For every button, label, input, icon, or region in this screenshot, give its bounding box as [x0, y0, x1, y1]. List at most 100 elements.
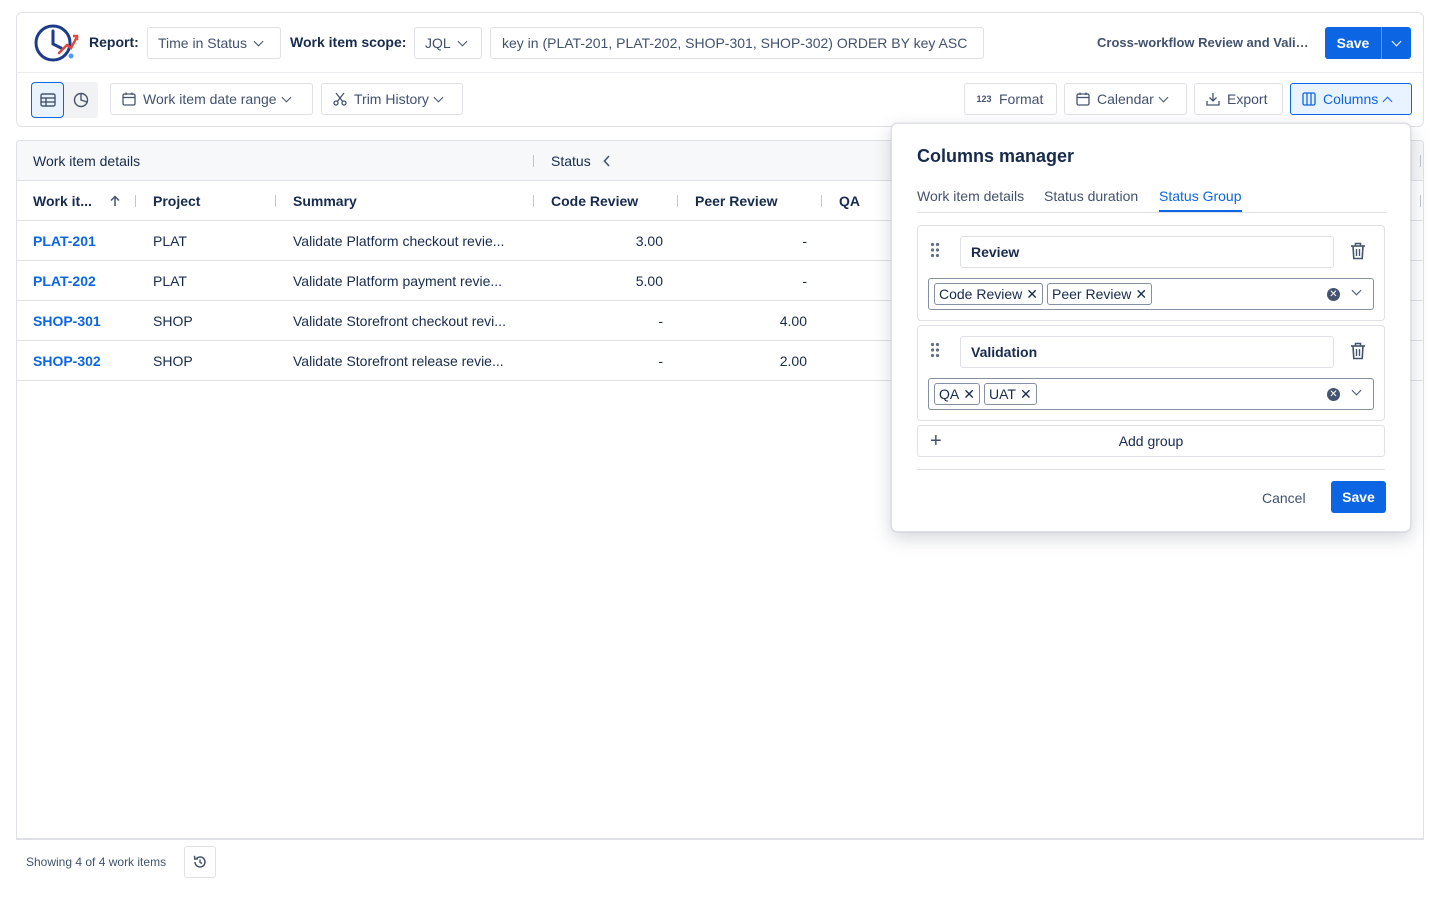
group-header-status-label: Status [551, 153, 591, 169]
column-divider[interactable] [533, 195, 534, 207]
group-name-input[interactable]: Validation [960, 336, 1334, 368]
column-header-peer-review[interactable]: Peer Review [695, 193, 778, 209]
peer-review-cell: 2.00 [779, 353, 807, 369]
tab-status-group[interactable]: Status Group [1159, 188, 1242, 212]
save-options-button[interactable] [1382, 36, 1411, 46]
work-item-key-link[interactable]: PLAT-202 [33, 273, 96, 289]
format-button[interactable]: 123 Format [964, 83, 1057, 115]
columns-icon [1301, 91, 1317, 107]
code-review-cell: - [658, 313, 663, 329]
status-tag-label: Code Review [939, 286, 1023, 302]
clear-icon[interactable]: ✕ [1327, 388, 1340, 401]
column-header-summary[interactable]: Summary [293, 193, 357, 209]
calendar-button[interactable]: Calendar [1064, 83, 1187, 115]
report-header-row: Report: Time in Status Work item scope: … [17, 13, 1423, 73]
columns-save-button[interactable]: Save [1331, 481, 1386, 513]
status-group-card: Review Code Review ✕ Peer Review ✕ ✕ [917, 225, 1385, 321]
export-label: Export [1227, 91, 1268, 107]
report-type-select[interactable]: Time in Status [147, 27, 281, 59]
chevron-up-icon [1382, 96, 1393, 106]
chevron-down-icon [1391, 36, 1402, 46]
column-divider[interactable] [677, 195, 678, 207]
table-icon [39, 93, 56, 107]
drag-handle-icon[interactable] [930, 242, 940, 258]
chevron-down-icon [281, 92, 292, 102]
status-tag: QA ✕ [934, 383, 980, 405]
column-header-work-item[interactable]: Work it... [33, 193, 120, 209]
column-divider[interactable] [821, 195, 822, 207]
trash-icon[interactable] [1350, 342, 1366, 360]
work-item-count: Showing 4 of 4 work items [26, 855, 167, 869]
remove-tag-icon[interactable]: ✕ [1020, 386, 1032, 403]
column-divider [1420, 155, 1421, 167]
column-header-qa[interactable]: QA [839, 193, 860, 209]
scope-select[interactable]: JQL [414, 27, 482, 59]
jql-input[interactable]: key in (PLAT-201, PLAT-202, SHOP-301, SH… [490, 27, 984, 59]
dialog-divider [917, 469, 1385, 470]
status-tag: Code Review ✕ [934, 283, 1043, 305]
refresh-icon [193, 855, 206, 868]
save-button[interactable]: Save [1325, 27, 1411, 59]
project-cell: SHOP [153, 313, 193, 329]
column-divider[interactable] [275, 195, 276, 207]
work-item-key-link[interactable]: PLAT-201 [33, 233, 96, 249]
trim-history-button[interactable]: Trim History [321, 83, 463, 115]
columns-manager-title: Columns manager [917, 146, 1075, 166]
group-name-input[interactable]: Review [960, 236, 1334, 268]
chevron-down-icon[interactable] [1351, 285, 1362, 296]
group-header-work-item-details: Work item details [33, 153, 141, 169]
refresh-button[interactable] [184, 846, 216, 878]
save-button-label: Save [1336, 35, 1370, 51]
date-range-button[interactable]: Work item date range [110, 83, 313, 115]
status-tag: UAT ✕ [983, 383, 1037, 405]
peer-review-cell: - [802, 233, 807, 249]
column-divider [533, 155, 534, 167]
columns-button[interactable]: Columns [1290, 83, 1412, 115]
status-multi-select[interactable]: QA ✕ UAT ✕ ✕ [928, 378, 1374, 410]
code-review-cell: 3.00 [635, 233, 663, 249]
pie-chart-icon [73, 92, 88, 108]
cancel-button[interactable]: Cancel [1262, 490, 1306, 506]
status-tag: Peer Review ✕ [1047, 283, 1153, 305]
tab-status-duration[interactable]: Status duration [1044, 188, 1138, 210]
download-icon [1205, 91, 1221, 107]
remove-tag-icon[interactable]: ✕ [963, 386, 975, 403]
chevron-down-icon [253, 36, 264, 46]
summary-cell: Validate Storefront checkout revi... [293, 313, 506, 329]
columns-manager-dialog: Columns manager Work item details Status… [891, 123, 1411, 532]
sort-ascending-icon[interactable] [110, 195, 120, 207]
export-button[interactable]: Export [1194, 83, 1283, 115]
clear-icon[interactable]: ✕ [1327, 288, 1340, 301]
status-tag-label: UAT [988, 386, 1016, 402]
column-header-code-review[interactable]: Code Review [551, 193, 638, 209]
drag-handle-icon[interactable] [930, 342, 940, 358]
chevron-left-icon[interactable] [603, 155, 611, 167]
report-label: Report: [89, 34, 139, 50]
group-header-status: Status [551, 153, 611, 169]
report-name[interactable]: Cross-workflow Review and Validation [1097, 35, 1312, 50]
work-item-key-link[interactable]: SHOP-302 [33, 353, 101, 369]
add-group-label: Add group [1118, 433, 1184, 449]
chevron-down-icon [433, 92, 444, 102]
status-multi-select[interactable]: Code Review ✕ Peer Review ✕ ✕ [928, 278, 1374, 310]
chart-view-button[interactable] [64, 82, 97, 118]
work-item-key-link[interactable]: SHOP-301 [33, 313, 101, 329]
plus-icon: + [930, 430, 942, 452]
remove-tag-icon[interactable]: ✕ [1135, 286, 1147, 303]
chevron-down-icon [457, 36, 468, 46]
number-format-icon: 123 [976, 94, 992, 104]
calendar-icon [121, 91, 137, 107]
trash-icon[interactable] [1350, 242, 1366, 260]
view-toggle [31, 82, 98, 118]
remove-tag-icon[interactable]: ✕ [1026, 286, 1038, 303]
app-logo-icon [31, 23, 79, 63]
column-divider[interactable] [135, 195, 136, 207]
chevron-down-icon[interactable] [1351, 385, 1362, 396]
column-header-label: Work it... [33, 193, 92, 209]
table-view-button[interactable] [31, 82, 64, 118]
add-group-button[interactable]: + Add group [917, 425, 1385, 457]
column-header-project[interactable]: Project [153, 193, 200, 209]
scope-value: JQL [425, 35, 451, 51]
tab-work-item-details[interactable]: Work item details [917, 188, 1024, 210]
columns-manager-tabs: Work item details Status duration Status… [917, 186, 1387, 213]
